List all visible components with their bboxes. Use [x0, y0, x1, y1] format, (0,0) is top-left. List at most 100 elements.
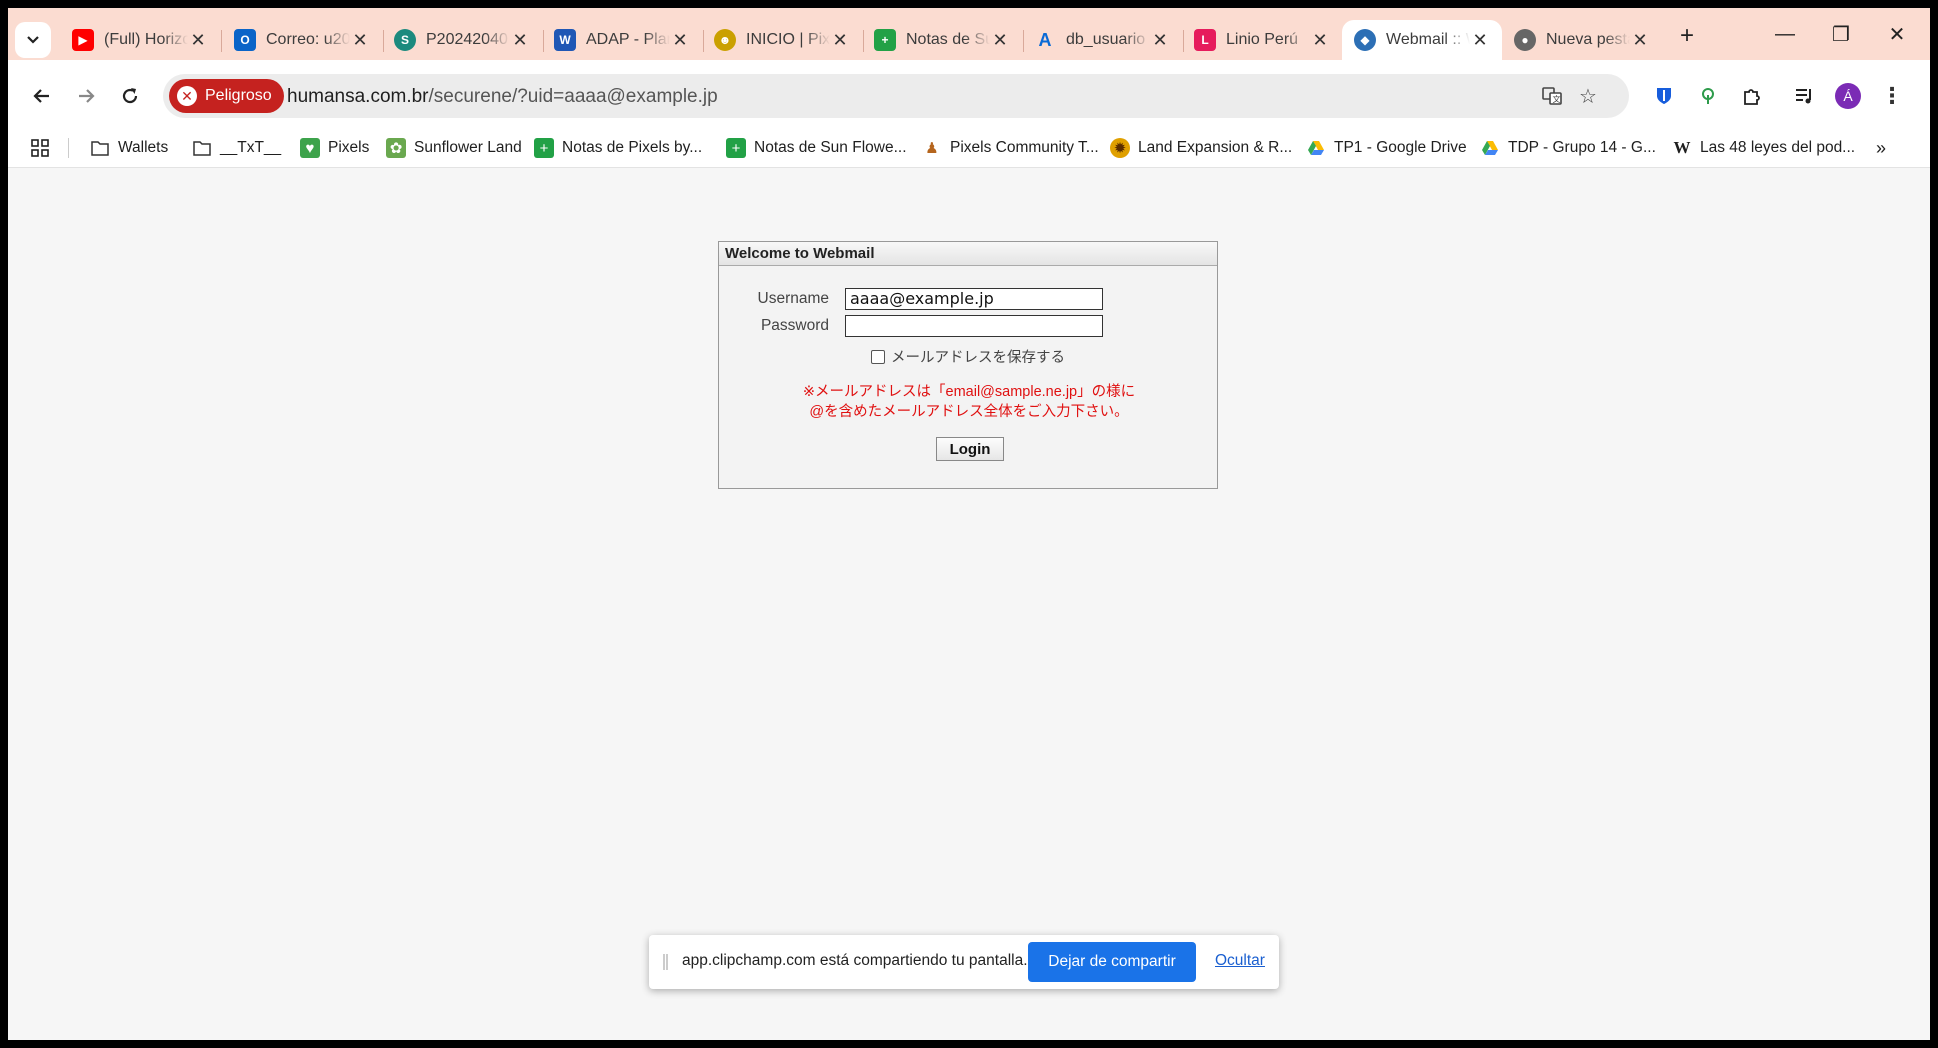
close-icon[interactable]: ✕ [510, 30, 530, 51]
bookmark-item[interactable]: ♥ Pixels [300, 134, 369, 162]
extensions-puzzle-icon[interactable] [1734, 78, 1770, 114]
pixels-community-icon: ♟ [925, 140, 939, 157]
close-icon[interactable]: ✕ [350, 30, 370, 51]
stop-sharing-button[interactable]: Dejar de compartir [1028, 942, 1196, 982]
more-bookmarks-chevron-icon[interactable]: » [1876, 134, 1886, 162]
pixels-icon: ☻ [714, 29, 736, 51]
minimize-button[interactable]: — [1762, 18, 1808, 50]
profile-avatar[interactable]: Á [1830, 78, 1866, 114]
remember-email-checkbox[interactable] [871, 349, 885, 364]
tab-outlook[interactable]: O Correo: u20 ✕ [222, 20, 382, 60]
bookmark-folder[interactable]: __TxT__ [192, 134, 281, 162]
drive-icon [1480, 138, 1500, 158]
browser-window: ▶ (Full) Horizonte ✕ O Correo: u20 ✕ S P… [8, 8, 1930, 1040]
translate-icon[interactable]: 文 [1539, 83, 1565, 109]
tab-azure[interactable]: A db_usuario ✕ [1022, 20, 1182, 60]
close-icon[interactable]: ✕ [670, 30, 690, 51]
menu-kebab-icon[interactable]: ⋮ [1874, 78, 1910, 114]
folder-icon [192, 138, 212, 158]
login-panel-title: Welcome to Webmail [719, 242, 1217, 266]
close-icon[interactable]: ✕ [830, 30, 850, 51]
forward-button[interactable] [68, 78, 104, 114]
tab-search-button[interactable] [15, 22, 51, 58]
svg-text:文: 文 [1553, 94, 1561, 104]
login-button[interactable]: Login [936, 437, 1004, 461]
reload-icon [122, 88, 138, 104]
close-icon[interactable]: ✕ [1310, 30, 1330, 51]
close-icon[interactable]: ✕ [1630, 30, 1650, 51]
tab-word[interactable]: W ADAP - Plan ✕ [542, 20, 702, 60]
address-bar[interactable]: ✕ Peligroso humansa.com.br/securene/?uid… [163, 74, 1629, 118]
word-icon: W [554, 29, 576, 51]
screen-share-bar: app.clipchamp.com está compartiendo tu p… [649, 935, 1279, 989]
bookmark-item[interactable]: ♟ Pixels Community T... [922, 134, 1098, 162]
close-window-button[interactable]: ✕ [1874, 18, 1920, 50]
screen-share-message: app.clipchamp.com está compartiendo tu p… [682, 952, 1028, 969]
password-row: Password [719, 315, 1103, 337]
tab-webmail[interactable]: ◆ Webmail :: Welcome ✕ [1342, 20, 1502, 60]
reload-button[interactable] [112, 78, 148, 114]
page-content: Welcome to Webmail Username aaaa@example… [8, 169, 1930, 1040]
close-icon[interactable]: ✕ [990, 30, 1010, 51]
tab-sharepoint[interactable]: S P20242040 ✕ [382, 20, 542, 60]
tab-youtube[interactable]: ▶ (Full) Horizonte ✕ [60, 20, 220, 60]
arrow-left-icon [33, 89, 49, 103]
linio-icon: L [1194, 29, 1216, 51]
outlook-icon: O [234, 29, 256, 51]
sheets-icon: + [726, 138, 746, 158]
youtube-icon: ▶ [72, 29, 94, 51]
username-label: Username [757, 290, 830, 307]
drag-handle-icon[interactable] [663, 954, 668, 970]
restore-button[interactable]: ❐ [1818, 18, 1864, 50]
sunflower-icon: ✿ [386, 138, 406, 158]
tab-strip: ▶ (Full) Horizonte ✕ O Correo: u20 ✕ S P… [8, 8, 1930, 60]
sharepoint-icon: S [394, 29, 416, 51]
bookmark-item[interactable]: ✹ Land Expansion & R... [1110, 134, 1292, 162]
apps-grid-icon[interactable] [30, 134, 50, 162]
username-input[interactable]: aaaa@example.jp [845, 288, 1103, 310]
url-text[interactable]: humansa.com.br/securene/?uid=aaaa@exampl… [287, 86, 718, 108]
tab-pixels[interactable]: ☻ INICIO | Pixels ✕ [702, 20, 862, 60]
bookmarks-bar: Wallets __TxT__ ♥ Pixels ✿ Sunflower Lan… [8, 128, 1930, 168]
sheets-icon: + [874, 29, 896, 51]
bookmark-item[interactable]: TDP - Grupo 14 - G... [1480, 134, 1656, 162]
toolbar: ✕ Peligroso humansa.com.br/securene/?uid… [8, 60, 1930, 128]
pixels-icon: ♥ [300, 138, 320, 158]
remember-email-row: メールアドレスを保存する [871, 346, 1065, 367]
drive-icon [1306, 138, 1326, 158]
tab-sheets[interactable]: + Notas de Sun ✕ [862, 20, 1022, 60]
security-warning-chip[interactable]: ✕ Peligroso [169, 79, 284, 113]
sheets-icon: + [534, 138, 554, 158]
password-label: Password [760, 317, 829, 334]
wikipedia-icon: W [1673, 138, 1691, 157]
bitwarden-icon[interactable] [1646, 78, 1682, 114]
arrow-right-icon [79, 89, 95, 103]
login-panel: Welcome to Webmail Username aaaa@example… [718, 241, 1218, 489]
chevron-down-icon [27, 36, 39, 44]
username-row: Username aaaa@example.jp [719, 288, 1103, 310]
bookmark-star-icon[interactable]: ☆ [1575, 83, 1601, 109]
close-icon[interactable]: ✕ [188, 30, 208, 51]
close-icon[interactable]: ✕ [1470, 30, 1490, 51]
bookmark-folder[interactable]: Wallets [90, 134, 168, 162]
tab-linio[interactable]: L Linio Perú ✕ [1182, 20, 1342, 60]
media-controls-icon[interactable] [1786, 78, 1822, 114]
close-icon[interactable]: ✕ [1150, 30, 1170, 51]
back-button[interactable] [24, 78, 60, 114]
new-tab-button[interactable]: + [1664, 20, 1710, 52]
tab-new-tab[interactable]: ● Nueva pestaña ✕ [1502, 20, 1662, 60]
extension-tree-icon[interactable] [1690, 78, 1726, 114]
email-format-warning: ※メールアドレスは「email@sample.ne.jp」の様に @を含めたメー… [802, 384, 1136, 420]
bookmark-item[interactable]: W Las 48 leyes del pod... [1672, 134, 1856, 162]
webmail-icon: ◆ [1354, 29, 1376, 51]
folder-icon [90, 138, 110, 158]
chrome-icon: ● [1514, 29, 1536, 51]
bookmark-item[interactable]: + Notas de Pixels by... [534, 134, 702, 162]
hide-share-bar-link[interactable]: Ocultar [1215, 952, 1265, 970]
password-input[interactable] [845, 315, 1103, 337]
bookmark-item[interactable]: + Notas de Sun Flowe... [726, 134, 907, 162]
danger-icon: ✕ [177, 86, 197, 106]
bookmark-item[interactable]: ✿ Sunflower Land [386, 134, 522, 162]
bookmark-item[interactable]: TP1 - Google Drive [1306, 134, 1467, 162]
sunflower-icon: ✹ [1110, 138, 1130, 158]
